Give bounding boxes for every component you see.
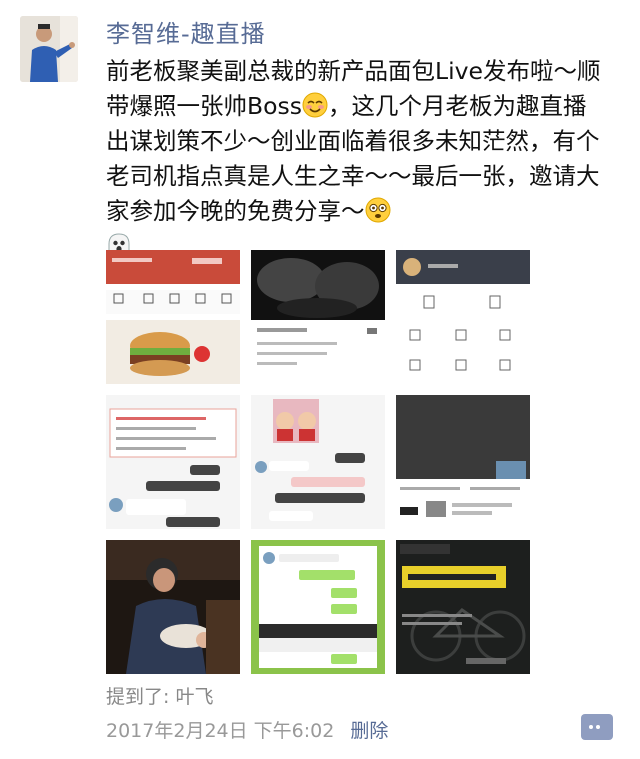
image-thumbnail-chat-2[interactable] xyxy=(251,395,385,529)
image-thumbnail-app-home[interactable] xyxy=(106,250,240,384)
image-thumbnail-bicycle-poster[interactable] xyxy=(396,540,530,674)
post-text: 前老板聚美副总裁的新产品面包Live发布啦～顺带爆照一张帅Boss ，这几个月老板… xyxy=(106,54,606,264)
comment-icon[interactable] xyxy=(581,714,613,740)
dizzy-emoji-icon xyxy=(365,197,391,223)
author-name[interactable]: 李智维-趣直播 xyxy=(106,14,266,49)
image-thumbnail-muscle[interactable] xyxy=(251,250,385,384)
author-avatar[interactable] xyxy=(20,16,78,82)
image-thumbnail-father-child[interactable] xyxy=(106,540,240,674)
image-thumbnail-app-menu[interactable] xyxy=(396,250,530,384)
image-thumbnail-chat-4[interactable] xyxy=(251,540,385,674)
mention-text[interactable]: 提到了: 叶飞 xyxy=(106,682,213,709)
image-grid xyxy=(106,250,530,676)
timestamp: 2017年2月24日 下午6:02 xyxy=(106,720,335,742)
image-thumbnail-chat-1[interactable] xyxy=(106,395,240,529)
blush-emoji-icon xyxy=(302,92,328,118)
post-meta: 2017年2月24日 下午6:02 删除 xyxy=(106,716,388,743)
image-thumbnail-chat-3[interactable] xyxy=(396,395,530,529)
delete-link[interactable]: 删除 xyxy=(350,720,388,742)
